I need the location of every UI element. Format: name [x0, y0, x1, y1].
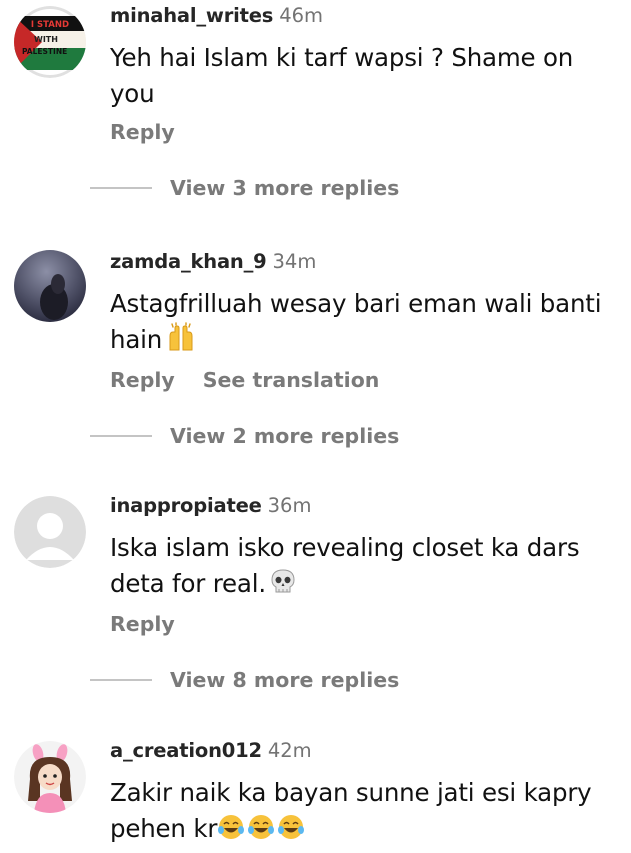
comment-text: Yeh hai Islam ki tarf wapsi ? Shame on y…: [110, 43, 574, 108]
avatar[interactable]: [14, 250, 86, 322]
view-more-replies-label: View 2 more replies: [170, 424, 400, 448]
profile-photo-icon: [14, 250, 86, 322]
svg-text:WITH: WITH: [34, 35, 58, 44]
comment-text: Zakir naik ka bayan sunne jati esi kapry…: [110, 778, 592, 843]
view-more-replies[interactable]: View 8 more replies: [90, 668, 399, 692]
tears-of-joy-emoji-icon: [217, 813, 307, 851]
view-more-replies-label: View 3 more replies: [170, 176, 400, 200]
cartoon-girl-avatar-icon: [14, 741, 86, 813]
raising-hands-emoji-icon: [166, 322, 196, 362]
comment-time: 36m: [267, 494, 312, 517]
avatar[interactable]: [14, 496, 86, 568]
comment-time: 42m: [267, 739, 312, 762]
comment-username[interactable]: inappropiatee: [110, 494, 262, 517]
see-translation-button[interactable]: See translation: [203, 368, 380, 392]
reply-button[interactable]: Reply: [110, 612, 175, 636]
divider-line: [90, 679, 152, 681]
comment-text-container: Iska islam isko revealing closet ka dars…: [110, 530, 615, 606]
svg-text:I STAND: I STAND: [31, 20, 69, 30]
comment-username[interactable]: a_creation012: [110, 739, 262, 762]
comment-time: 46m: [279, 4, 324, 27]
comment-username[interactable]: zamda_khan_9: [110, 250, 267, 273]
reply-button[interactable]: Reply: [110, 368, 175, 392]
divider-line: [90, 435, 152, 437]
svg-text:PALESTINE: PALESTINE: [22, 47, 67, 56]
reply-button[interactable]: Reply: [110, 120, 175, 144]
view-more-replies[interactable]: View 3 more replies: [90, 176, 399, 200]
comment-username[interactable]: minahal_writes: [110, 4, 273, 27]
view-more-replies[interactable]: View 2 more replies: [90, 424, 399, 448]
avatar[interactable]: [14, 741, 86, 813]
comment-text-container: Zakir naik ka bayan sunne jati esi kapry…: [110, 775, 615, 851]
divider-line: [90, 187, 152, 189]
comment-text: Iska islam isko revealing closet ka dars…: [110, 533, 580, 598]
view-more-replies-label: View 8 more replies: [170, 668, 400, 692]
default-avatar-icon: [14, 496, 86, 568]
comment-text-container: Astagfrilluah wesay bari eman wali banti…: [110, 286, 615, 362]
avatar[interactable]: I STAND WITH PALESTINE: [14, 6, 86, 78]
comment-time: 34m: [272, 250, 317, 273]
skull-emoji-icon: [270, 568, 296, 606]
palestine-badge-icon: I STAND WITH PALESTINE: [14, 6, 86, 78]
